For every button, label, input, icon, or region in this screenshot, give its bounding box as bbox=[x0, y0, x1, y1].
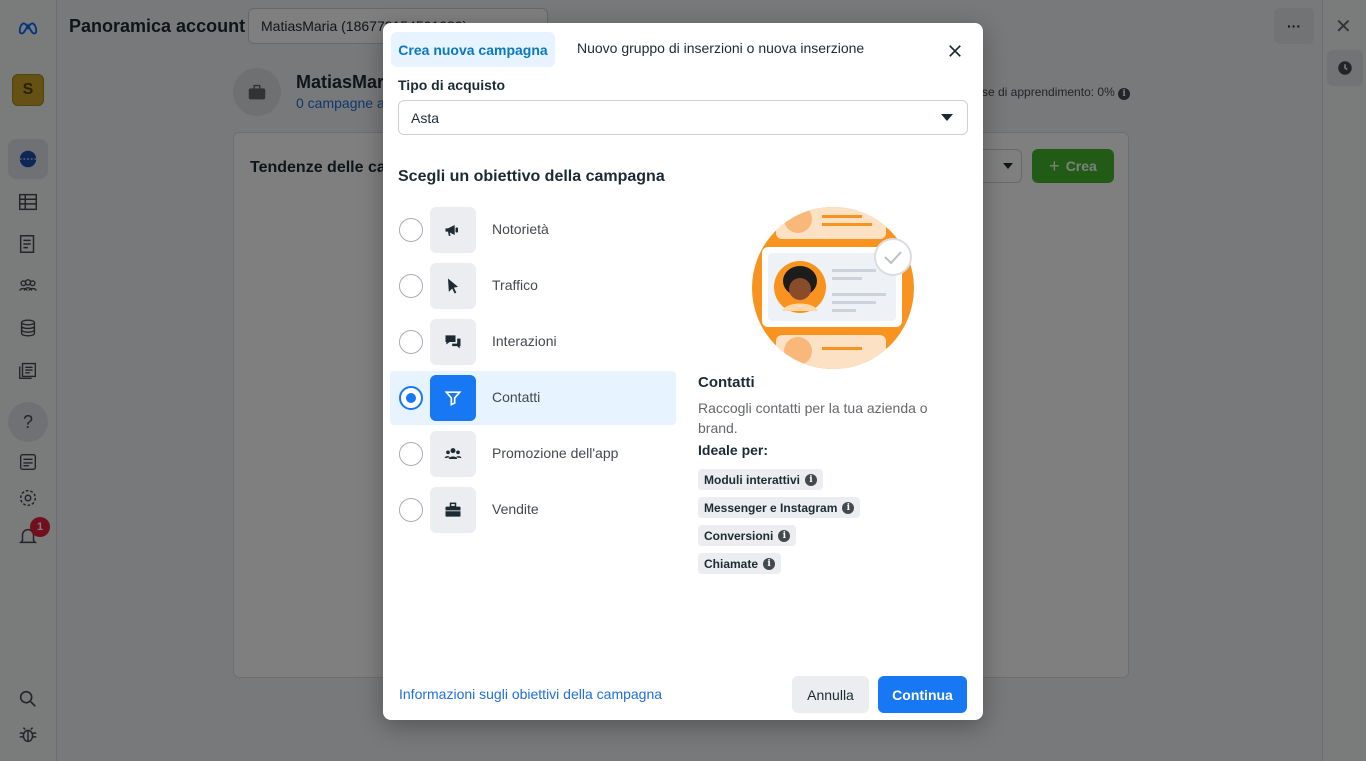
tab-new-campaign[interactable]: Crea nuova campagna bbox=[391, 32, 555, 67]
objectives-info-link[interactable]: Informazioni sugli obiettivi della campa… bbox=[399, 686, 662, 702]
tab-new-adset-or-ad[interactable]: Nuovo gruppo di inserzioni o nuova inser… bbox=[577, 40, 864, 56]
objective-label: Promozione dell'app bbox=[492, 445, 619, 461]
objective-radio[interactable] bbox=[399, 330, 423, 354]
tag-label: Messenger e Instagram bbox=[704, 500, 838, 515]
ideal-for-tags: Moduli interattivi i Messenger e Instagra… bbox=[698, 469, 968, 581]
caret-down-icon bbox=[941, 114, 953, 121]
objective-radio-selected[interactable] bbox=[399, 386, 423, 410]
info-icon[interactable]: i bbox=[763, 557, 776, 570]
briefcase-icon bbox=[430, 487, 476, 533]
tag-messenger-instagram: Messenger e Instagram i bbox=[698, 497, 861, 518]
objective-detail-description: Raccogli contatti per la tua azienda o b… bbox=[698, 400, 928, 436]
objective-detail-title: Contatti bbox=[698, 374, 755, 391]
info-icon[interactable]: i bbox=[778, 529, 791, 542]
objective-sales[interactable]: Vendite bbox=[390, 483, 676, 537]
create-campaign-dialog: Crea nuova campagna Nuovo gruppo di inse… bbox=[383, 23, 983, 720]
objective-radio[interactable] bbox=[399, 498, 423, 522]
cancel-button[interactable]: Annulla bbox=[792, 676, 869, 713]
objective-heading: Scegli un obiettivo della campagna bbox=[398, 168, 665, 185]
chat-bubbles-icon bbox=[430, 319, 476, 365]
objective-awareness[interactable]: Notorietà bbox=[390, 203, 676, 257]
objective-label: Contatti bbox=[492, 389, 541, 405]
objective-radio[interactable] bbox=[399, 442, 423, 466]
objective-label: Interazioni bbox=[492, 333, 557, 349]
objective-leads[interactable]: Contatti bbox=[390, 371, 676, 425]
people-icon bbox=[430, 431, 476, 477]
tag-label: Chiamate bbox=[704, 556, 759, 571]
purchase-type-label: Tipo di acquisto bbox=[398, 77, 506, 93]
purchase-type-value: Asta bbox=[411, 110, 440, 126]
ideal-for-label: Ideale per: bbox=[698, 442, 769, 458]
funnel-icon bbox=[430, 375, 476, 421]
tag-conversions: Conversioni i bbox=[698, 525, 797, 546]
objective-radio[interactable] bbox=[399, 218, 423, 242]
cursor-icon bbox=[430, 263, 476, 309]
leads-illustration bbox=[752, 207, 914, 369]
megaphone-icon bbox=[430, 207, 476, 253]
continue-button[interactable]: Continua bbox=[878, 676, 967, 713]
purchase-type-select[interactable]: Asta bbox=[398, 100, 968, 135]
objective-list: Notorietà Traffico Interazioni Contatti bbox=[390, 203, 676, 539]
tag-instant-forms: Moduli interattivi i bbox=[698, 469, 823, 490]
objective-label: Vendite bbox=[492, 501, 539, 517]
tag-calls: Chiamate i bbox=[698, 553, 782, 574]
objective-engagement[interactable]: Interazioni bbox=[390, 315, 676, 369]
info-icon[interactable]: i bbox=[805, 473, 817, 486]
tag-label: Conversioni bbox=[704, 528, 774, 543]
objective-radio[interactable] bbox=[399, 274, 423, 298]
objective-label: Notorietà bbox=[492, 221, 549, 237]
objective-app-promotion[interactable]: Promozione dell'app bbox=[390, 427, 676, 481]
tag-label: Moduli interattivi bbox=[704, 472, 800, 487]
close-dialog-button[interactable] bbox=[941, 37, 969, 65]
objective-label: Traffico bbox=[492, 277, 538, 293]
info-icon[interactable]: i bbox=[842, 501, 855, 514]
objective-traffic[interactable]: Traffico bbox=[390, 259, 676, 313]
close-icon bbox=[949, 45, 961, 57]
